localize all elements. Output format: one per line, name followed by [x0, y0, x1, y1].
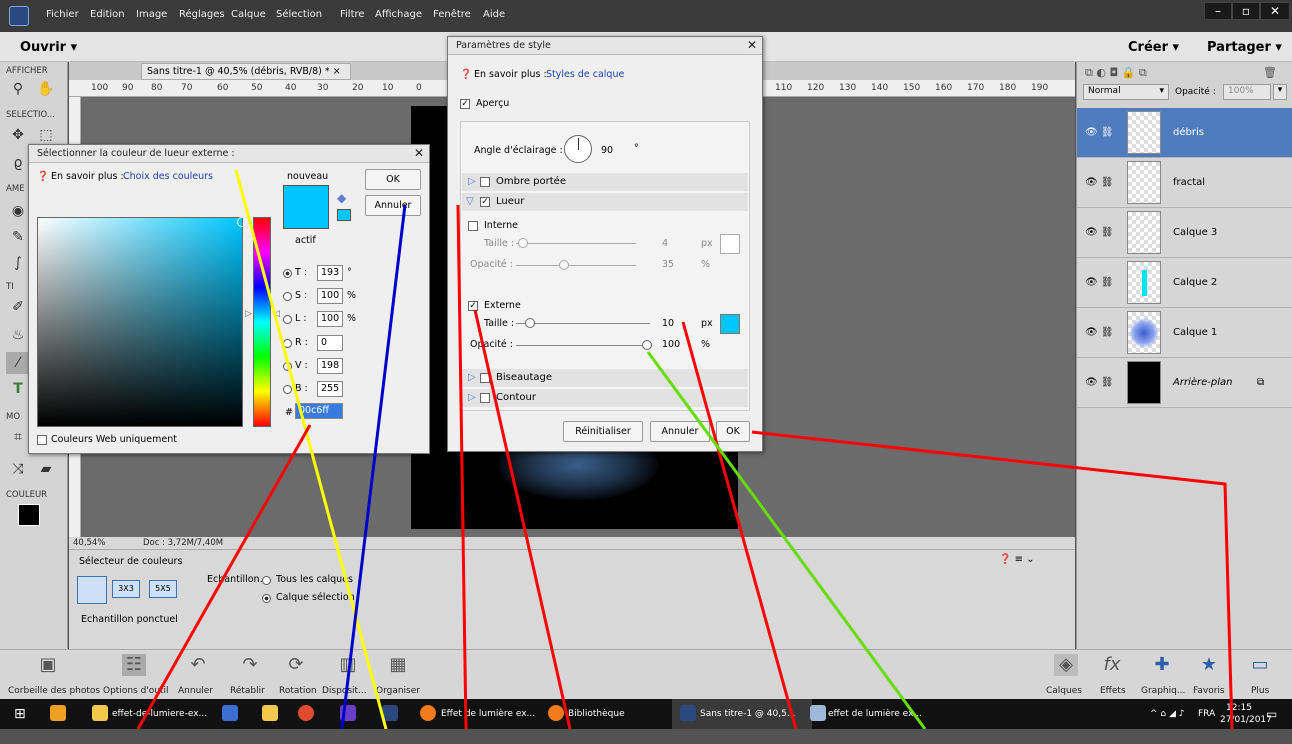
yellow-annotation-line — [234, 169, 388, 729]
red-annotation-line — [473, 309, 572, 729]
red-annotation-line — [681, 321, 798, 729]
red-annotation-line — [456, 204, 468, 729]
green-annotation-line — [646, 351, 927, 729]
annotation-lines — [136, 169, 1234, 729]
red-annotation-line — [136, 424, 312, 729]
red-annotation-line — [751, 430, 1234, 729]
blue-annotation-line — [340, 204, 407, 729]
